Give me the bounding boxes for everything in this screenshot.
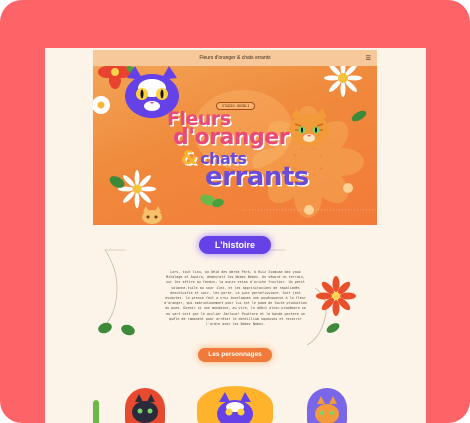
hamburger-menu-icon[interactable]: ☰ [366,55,371,62]
red-flower-right [316,276,356,316]
hero-banner: Fleurs d'oranger & chats errants ☰ STUDI… [93,50,377,225]
character-card[interactable] [307,388,347,423]
green-leaf-decoration [93,400,99,423]
app-frame: Fleurs d'oranger & chats errants ☰ STUDI… [0,0,470,423]
characters-heading: Les personnages [198,348,272,362]
character-card[interactable] [197,386,273,423]
hero-title-ampersand: & [181,147,198,169]
hero-title-line2: d'oranger [173,125,289,150]
character-card[interactable] [125,388,165,423]
site-header: Fleurs d'oranger & chats errants ☰ [93,50,377,66]
small-cat-icon [142,206,162,224]
orange-cat-illustration [289,108,329,146]
black-cat-icon [132,394,158,423]
purple-cat-icon [217,392,253,423]
web-page[interactable]: Fleurs d'oranger & chats errants ☰ STUDI… [45,48,426,423]
hero-title-line4: errants [205,162,309,192]
history-text: Lors, tout lieu, au déid des Wards Park,… [164,270,307,327]
site-title: Fleurs d'oranger & chats errants [199,55,271,61]
orange-cat-icon [315,396,339,423]
history-heading: L'histoire [199,236,271,254]
